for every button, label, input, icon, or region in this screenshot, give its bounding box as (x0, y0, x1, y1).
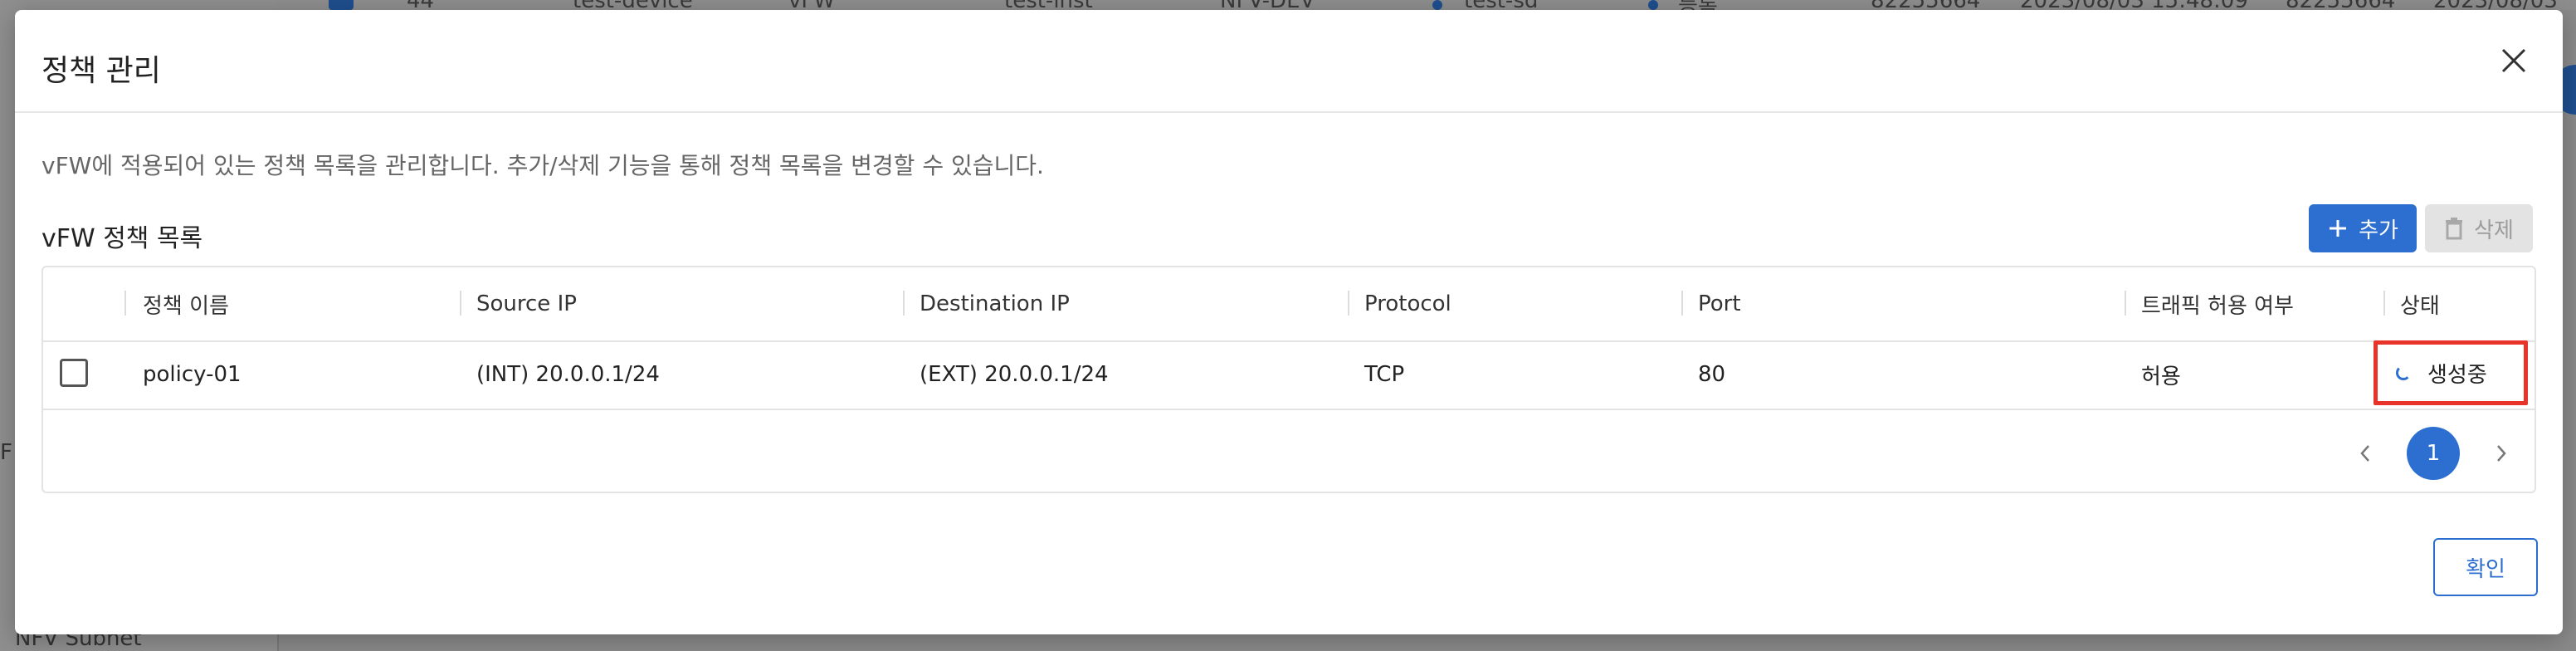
add-button[interactable]: 추가 (2309, 204, 2417, 252)
delete-button[interactable]: 삭제 (2425, 204, 2533, 252)
column-separator (1681, 291, 1683, 316)
table-header-row: 정책 이름 Source IP Destination IP Protocol … (43, 267, 2535, 342)
chevron-right-icon (2497, 445, 2506, 462)
page-button-1[interactable]: 1 (2407, 427, 2460, 480)
column-header-source-ip: Source IP (476, 291, 577, 316)
chevron-left-icon (2360, 445, 2369, 462)
cell-protocol: TCP (1364, 362, 1405, 387)
column-header-traffic-allowed: 트래픽 허용 여부 (2141, 293, 2294, 319)
section-title: vFW 정책 목록 (41, 224, 203, 253)
background-checkbox (329, 0, 354, 10)
next-page-button[interactable] (2493, 427, 2510, 480)
spinner-icon (2396, 365, 2411, 380)
prev-page-button[interactable] (2357, 427, 2374, 480)
row-checkbox[interactable] (60, 359, 88, 387)
trash-icon (2446, 218, 2463, 240)
cell-status: 생성중 (2427, 362, 2487, 388)
modal-divider (15, 111, 2563, 113)
background-status-dot (1432, 0, 1442, 10)
cell-destination-ip: (EXT) 20.0.0.1/24 (920, 362, 1109, 387)
pagination: 1 (2357, 427, 2510, 480)
confirm-button[interactable]: 확인 (2433, 538, 2538, 596)
column-header-status: 상태 (2400, 293, 2440, 319)
add-button-label: 추가 (2359, 218, 2398, 243)
cell-source-ip: (INT) 20.0.0.1/24 (476, 362, 660, 387)
cell-port: 80 (1698, 362, 1726, 387)
background-side-text: F (0, 440, 12, 465)
policy-management-modal: 정책 관리 vFW에 적용되어 있는 정책 목록을 관리합니다. 추가/삭제 기… (15, 10, 2563, 634)
modal-title: 정책 관리 (41, 54, 161, 88)
column-separator (2383, 291, 2385, 316)
table-row[interactable]: policy-01 (INT) 20.0.0.1/24 (EXT) 20.0.0… (43, 340, 2535, 410)
background-status-dot (1648, 0, 1658, 10)
modal-description: vFW에 적용되어 있는 정책 목록을 관리합니다. 추가/삭제 기능을 통해 … (41, 152, 1044, 179)
cell-policy-name: policy-01 (143, 362, 242, 387)
column-header-policy-name: 정책 이름 (143, 293, 229, 319)
policy-table: 정책 이름 Source IP Destination IP Protocol … (41, 266, 2536, 493)
column-header-port: Port (1698, 291, 1741, 316)
status-highlight: 생성중 (2374, 340, 2528, 405)
column-separator (2125, 291, 2126, 316)
delete-button-label: 삭제 (2474, 218, 2514, 243)
column-separator (460, 291, 461, 316)
column-header-destination-ip: Destination IP (920, 291, 1070, 316)
column-separator (1348, 291, 1349, 316)
column-separator (124, 291, 126, 316)
cell-traffic-allowed: 허용 (2141, 364, 2181, 389)
plus-icon (2330, 220, 2347, 237)
column-header-protocol: Protocol (1364, 291, 1451, 316)
column-separator (903, 291, 905, 316)
close-icon (2501, 48, 2526, 73)
close-button[interactable] (2493, 40, 2535, 81)
